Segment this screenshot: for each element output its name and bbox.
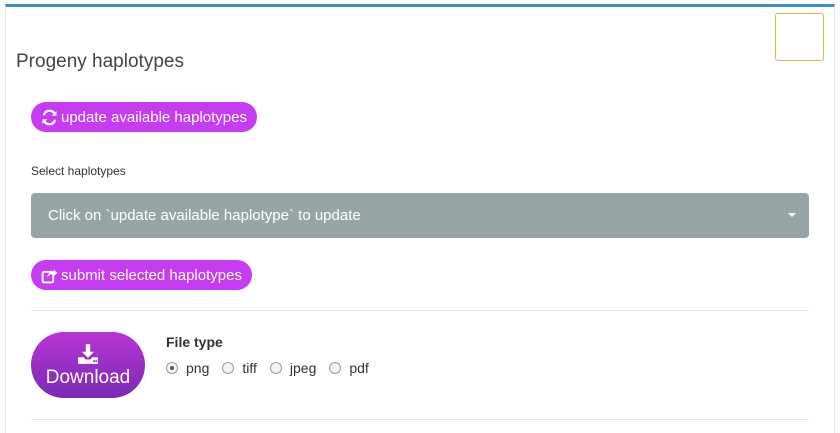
file-type-radio-group: png tiff jpeg pdf bbox=[166, 360, 382, 376]
haplotypes-select[interactable]: Click on `update available haplotype` to… bbox=[31, 193, 809, 238]
chevron-down-icon bbox=[788, 213, 796, 217]
corner-box[interactable] bbox=[775, 13, 824, 61]
update-haplotypes-label: update available haplotypes bbox=[61, 108, 247, 126]
panel-title: Progeny haplotypes bbox=[16, 51, 184, 72]
radio-label: jpeg bbox=[289, 360, 317, 376]
radio-button[interactable] bbox=[329, 362, 342, 374]
submit-haplotypes-button[interactable]: submit selected haplotypes bbox=[31, 260, 252, 290]
radio-button[interactable] bbox=[222, 362, 235, 374]
download-button[interactable]: Download bbox=[31, 332, 145, 398]
radio-label: pdf bbox=[349, 360, 369, 376]
radio-option-jpeg[interactable]: jpeg bbox=[269, 360, 317, 376]
haplotypes-panel: Progeny haplotypes update available hapl… bbox=[5, 4, 835, 433]
submit-haplotypes-label: submit selected haplotypes bbox=[61, 266, 242, 284]
radio-option-tiff[interactable]: tiff bbox=[222, 360, 257, 376]
radio-label: tiff bbox=[242, 360, 257, 376]
radio-button[interactable] bbox=[166, 362, 178, 374]
select-haplotypes-label: Select haplotypes bbox=[31, 164, 126, 178]
select-value: Click on `update available haplotype` to… bbox=[48, 207, 361, 224]
radio-option-png[interactable]: png bbox=[166, 360, 209, 376]
download-label: Download bbox=[45, 366, 131, 388]
radio-button[interactable] bbox=[269, 362, 282, 374]
radio-label: png bbox=[186, 360, 210, 376]
file-type-label: File type bbox=[166, 334, 223, 350]
share-square-icon bbox=[41, 267, 58, 284]
refresh-icon bbox=[41, 109, 58, 126]
update-haplotypes-button[interactable]: update available haplotypes bbox=[31, 102, 257, 132]
divider bbox=[31, 419, 809, 420]
divider bbox=[31, 310, 809, 311]
radio-option-pdf[interactable]: pdf bbox=[329, 360, 369, 376]
download-icon bbox=[77, 343, 99, 368]
